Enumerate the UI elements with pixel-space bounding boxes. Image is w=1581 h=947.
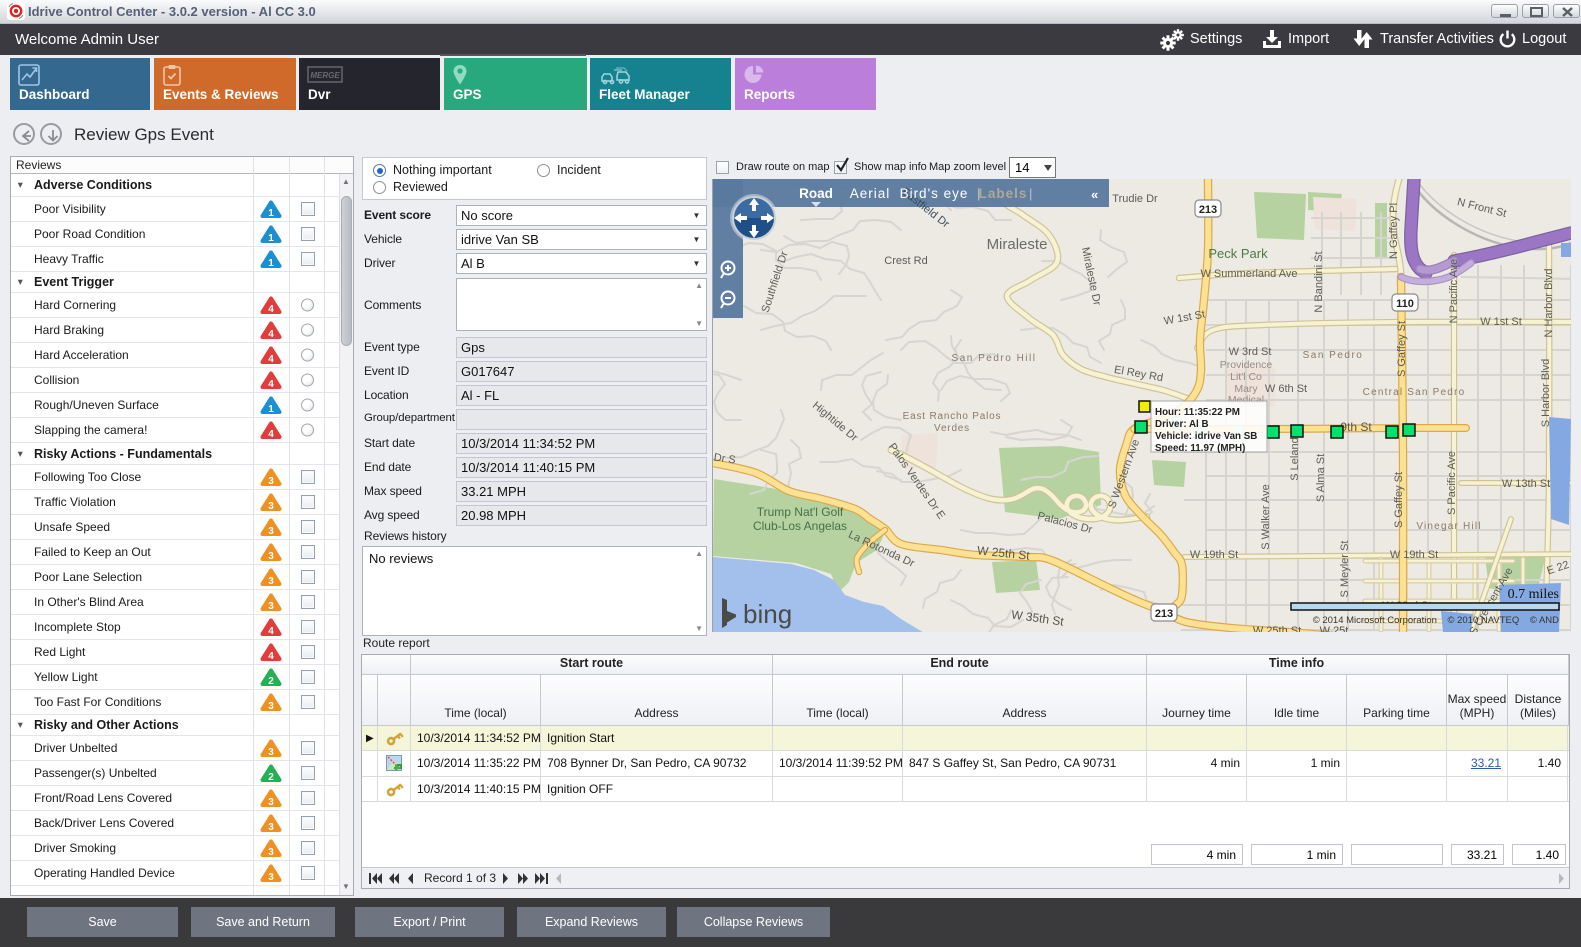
svg-text:Trudie Dr: Trudie Dr (1112, 193, 1158, 205)
svg-text:Speed: 11.97 (MPH): Speed: 11.97 (MPH) (1155, 443, 1245, 454)
svg-text:W 19th St: W 19th St (1390, 549, 1438, 561)
svg-text:Driver: Al B: Driver: Al B (1155, 419, 1209, 430)
svg-text:213: 213 (1155, 608, 1173, 620)
svg-text:W 13th St: W 13th St (1502, 478, 1550, 490)
svg-text:3: 3 (268, 797, 274, 808)
svg-text:Labels: Labels (979, 186, 1028, 201)
svg-text:W 3rd St: W 3rd St (1229, 346, 1272, 358)
svg-text:4: 4 (268, 626, 274, 637)
svg-text:Hour: 11:35:22 PM: Hour: 11:35:22 PM (1155, 407, 1240, 418)
svg-text:S Pacific Ave: S Pacific Ave (1446, 451, 1458, 515)
svg-text:3: 3 (268, 576, 274, 587)
svg-text:4: 4 (268, 379, 274, 390)
svg-text:3: 3 (268, 501, 274, 512)
svg-text:0.7 miles: 0.7 miles (1508, 587, 1559, 602)
svg-text:Trump Nat'l Golf: Trump Nat'l Golf (757, 505, 844, 519)
svg-text:N Bandini St: N Bandini St (1313, 251, 1325, 312)
svg-text:S Meyler St: S Meyler St (1339, 541, 1351, 598)
svg-text:3: 3 (268, 847, 274, 858)
svg-text:Providence: Providence (1220, 359, 1273, 371)
svg-text:110: 110 (1396, 298, 1414, 310)
svg-text:4: 4 (268, 329, 274, 340)
svg-text:San Pedro Hill: San Pedro Hill (952, 353, 1037, 364)
svg-text:S Harbor Blvd: S Harbor Blvd (1540, 359, 1552, 427)
svg-text:© 2014 Microsoft Corporation: © 2014 Microsoft Corporation © 2010 NAVT… (1313, 615, 1559, 626)
svg-text:Peck Park: Peck Park (1208, 246, 1268, 261)
svg-text:3: 3 (268, 747, 274, 758)
svg-text:3: 3 (268, 601, 274, 612)
svg-text:MERGE: MERGE (310, 71, 340, 80)
svg-text:W Summerland Ave: W Summerland Ave (1200, 268, 1297, 280)
svg-text:Central San Pedro: Central San Pedro (1363, 387, 1466, 398)
svg-text:|: | (1029, 186, 1032, 201)
svg-text:3: 3 (268, 551, 274, 562)
svg-text:S Walker Ave: S Walker Ave (1260, 484, 1272, 549)
svg-text:S Gaffey St: S Gaffey St (1393, 472, 1405, 528)
svg-text:1: 1 (268, 208, 274, 219)
svg-text:S Leland: S Leland (1289, 437, 1301, 480)
svg-text:4: 4 (268, 304, 274, 315)
svg-text:213: 213 (1199, 204, 1217, 216)
svg-text:9th St: 9th St (1340, 420, 1372, 434)
svg-text:Miraleste: Miraleste (987, 236, 1048, 253)
svg-text:N Pacific Ave: N Pacific Ave (1448, 259, 1460, 324)
svg-text:Lit'l Co: Lit'l Co (1230, 371, 1262, 383)
svg-text:3: 3 (268, 526, 274, 537)
svg-text:Aerial: Aerial (850, 186, 891, 201)
svg-text:N Harbor Blvd: N Harbor Blvd (1543, 268, 1555, 337)
svg-text:W 19th St: W 19th St (1190, 549, 1238, 561)
svg-text:3: 3 (268, 872, 274, 883)
svg-text:«: « (1091, 187, 1098, 202)
svg-text:W 25th St: W 25th St (1253, 625, 1301, 632)
svg-text:1: 1 (268, 404, 274, 415)
svg-text:Vinegar Hill: Vinegar Hill (1416, 521, 1481, 532)
svg-text:San Pedro: San Pedro (1303, 350, 1364, 361)
svg-text:W 1st St: W 1st St (1480, 316, 1522, 328)
svg-text:Bird's eye: Bird's eye (900, 186, 969, 201)
svg-text:S Alma St: S Alma St (1315, 454, 1327, 502)
svg-text:bing: bing (743, 599, 792, 629)
svg-text:S Gaffey St: S Gaffey St (1396, 321, 1408, 377)
svg-text:2: 2 (268, 676, 274, 687)
svg-text:3: 3 (268, 822, 274, 833)
svg-text:4: 4 (268, 429, 274, 440)
svg-text:3: 3 (268, 701, 274, 712)
svg-text:W 6th St: W 6th St (1265, 383, 1307, 395)
svg-text:2: 2 (268, 772, 274, 783)
svg-text:4: 4 (268, 651, 274, 662)
svg-text:1: 1 (268, 233, 274, 244)
svg-text:Road: Road (799, 186, 833, 201)
svg-text:1: 1 (268, 258, 274, 269)
svg-text:3: 3 (268, 476, 274, 487)
svg-text:East Rancho Palos: East Rancho Palos (903, 411, 1002, 422)
svg-text:Club-Los Angelas: Club-Los Angelas (753, 519, 847, 533)
svg-text:Crest Rd: Crest Rd (884, 255, 927, 267)
svg-text:Verdes: Verdes (934, 423, 970, 434)
svg-text:N Gaffey Pl: N Gaffey Pl (1388, 203, 1400, 259)
svg-text:4: 4 (268, 354, 274, 365)
svg-text:Vehicle: idrive Van SB: Vehicle: idrive Van SB (1155, 431, 1257, 442)
svg-text:W 25t: W 25t (1320, 625, 1349, 632)
